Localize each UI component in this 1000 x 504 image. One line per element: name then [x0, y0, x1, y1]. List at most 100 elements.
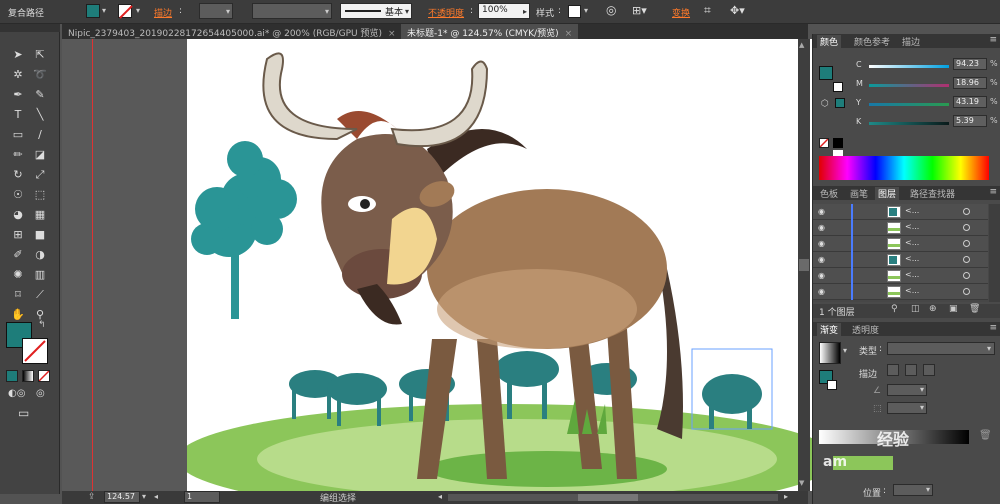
export-icon[interactable]: ⇪	[88, 492, 96, 502]
locate-object-icon[interactable]: ⚲	[891, 304, 898, 314]
visibility-eye-icon[interactable]: ◉	[818, 271, 830, 280]
rotate-icon[interactable]: ↻	[8, 166, 28, 184]
draw-inside-icon[interactable]: ◎	[36, 388, 45, 399]
toolbar-grip[interactable]	[0, 24, 60, 32]
selection-tool-icon[interactable]: ➤	[8, 46, 28, 64]
target-circle[interactable]	[963, 208, 970, 215]
perspective-grid-icon[interactable]: ▦	[30, 206, 50, 224]
scroll-thumb[interactable]	[799, 259, 809, 271]
zoom-dropdown-arrow[interactable]: ▾	[142, 492, 146, 501]
cyan-slider[interactable]	[869, 65, 949, 68]
target-circle[interactable]	[963, 224, 970, 231]
more-options-icon[interactable]: ✥▾	[730, 4, 745, 17]
free-transform-icon[interactable]: ⬚	[30, 186, 50, 204]
panel-menu-icon[interactable]: ≡	[989, 323, 997, 333]
isolate-icon[interactable]: ⌗	[704, 3, 711, 18]
new-layer-icon[interactable]: ▣	[949, 304, 958, 314]
gradient-mode-icon[interactable]	[22, 370, 34, 382]
fill-dropdown-arrow[interactable]: ▾	[102, 6, 106, 15]
warp-icon[interactable]: ☉	[8, 186, 28, 204]
gradient-tool-icon[interactable]: ■	[30, 226, 50, 244]
stroke-along-button[interactable]	[905, 364, 917, 376]
angle-field[interactable]: ▾	[887, 384, 927, 396]
hscroll-thumb[interactable]	[578, 494, 638, 501]
artboard[interactable]	[177, 39, 837, 504]
gradient-type-dropdown[interactable]: ▾	[887, 342, 995, 355]
gradient-stroke-swatch[interactable]	[827, 380, 837, 390]
gradient-preview-arrow[interactable]: ▾	[843, 346, 847, 355]
tab-brushes[interactable]: 画笔	[847, 187, 871, 200]
panel-menu-icon[interactable]: ≡	[989, 187, 997, 197]
new-sublayer-icon[interactable]: ⊕	[929, 304, 937, 314]
pen-tool-icon[interactable]: ✒	[8, 86, 28, 104]
yellow-value-field[interactable]: 43.19	[953, 96, 987, 108]
tab-untitled-document[interactable]: 未标题-1* @ 124.57% (CMYK/预览) ×	[401, 24, 579, 39]
tab-swatches[interactable]: 色板	[817, 187, 841, 200]
curvature-icon[interactable]: ✎	[30, 86, 50, 104]
recolor-icon[interactable]: ◎	[606, 3, 616, 17]
visibility-eye-icon[interactable]: ◉	[818, 287, 830, 296]
gradient-preview[interactable]	[819, 342, 841, 364]
scroll-down-icon[interactable]: ▼	[799, 479, 804, 487]
style-dropdown-arrow[interactable]: ▾	[584, 6, 588, 15]
layer-row[interactable]: ◉ <...	[813, 204, 988, 220]
color-spectrum[interactable]	[819, 156, 989, 180]
visibility-eye-icon[interactable]: ◉	[818, 223, 830, 232]
magic-wand-icon[interactable]: ✲	[8, 66, 28, 84]
layer-name[interactable]: <...	[905, 286, 919, 295]
layer-name[interactable]: <...	[905, 254, 919, 263]
black-value-field[interactable]: 5.39	[953, 115, 987, 127]
visibility-eye-icon[interactable]: ◉	[818, 255, 830, 264]
stroke-weight-field[interactable]: ▾	[199, 3, 233, 19]
target-circle[interactable]	[963, 288, 970, 295]
tab-color[interactable]: 颜色	[817, 35, 842, 48]
target-circle[interactable]	[963, 256, 970, 263]
shape-builder-icon[interactable]: ◕	[8, 206, 28, 224]
target-circle[interactable]	[963, 272, 970, 279]
align-icon[interactable]: ⊞▾	[632, 4, 647, 17]
vertical-scrollbar[interactable]: ▲ ▼	[798, 39, 810, 491]
lasso-icon[interactable]: ➰	[30, 66, 50, 84]
color-mode-icon[interactable]	[6, 370, 18, 382]
close-icon[interactable]: ×	[565, 29, 573, 39]
aspect-ratio-field[interactable]: ▾	[887, 402, 927, 414]
tab-stroke[interactable]: 描边	[899, 35, 923, 48]
position-field[interactable]: ▾	[893, 484, 933, 496]
stroke-swatch[interactable]	[118, 4, 133, 19]
delete-layer-icon[interactable]: 🗑	[969, 304, 980, 314]
fill-swatch[interactable]	[86, 4, 100, 18]
horizontal-scrollbar[interactable]	[448, 494, 778, 501]
visibility-eye-icon[interactable]: ◉	[818, 239, 830, 248]
blend-tool-icon[interactable]: ◑	[30, 246, 50, 264]
symbol-sprayer-icon[interactable]: ✺	[8, 266, 28, 284]
scale-icon[interactable]: ⤢	[30, 166, 50, 184]
stroke-color-box[interactable]	[22, 338, 48, 364]
artboard-field[interactable]: 1	[184, 491, 220, 503]
panel-menu-icon[interactable]: ≡	[989, 35, 997, 45]
screen-mode-icon[interactable]: ▭	[18, 406, 29, 420]
magenta-slider[interactable]	[869, 84, 949, 87]
layer-name[interactable]: <...	[905, 238, 919, 247]
layer-row[interactable]: ◉ <...	[813, 268, 988, 284]
zoom-field[interactable]: 124.57	[104, 491, 140, 503]
swap-colors-icon[interactable]: ↰	[38, 320, 46, 330]
magenta-value-field[interactable]: 18.96	[953, 77, 987, 89]
scroll-left-icon[interactable]: ◂	[438, 492, 442, 501]
layer-row[interactable]: ◉ <...	[813, 252, 988, 268]
delete-stop-icon[interactable]: 🗑	[979, 430, 992, 441]
yellow-slider[interactable]	[869, 103, 949, 106]
cyan-value-field[interactable]: 94.23	[953, 58, 987, 70]
layers-scrollbar[interactable]	[989, 204, 1000, 302]
layer-name[interactable]: <...	[905, 222, 919, 231]
tab-pathfinder[interactable]: 路径查找器	[907, 187, 958, 200]
black-color-chip[interactable]	[833, 138, 843, 148]
graph-tool-icon[interactable]: ▥	[30, 266, 50, 284]
scroll-up-icon[interactable]: ▲	[799, 41, 804, 49]
layer-name[interactable]: <...	[905, 206, 919, 215]
artboard-tool-icon[interactable]: ⌑	[8, 286, 28, 304]
brush-definition[interactable]: 基本 ▾	[340, 3, 412, 19]
graphic-style-swatch[interactable]	[568, 5, 581, 18]
pencil-icon[interactable]: ✏	[8, 146, 28, 164]
eyedropper-icon[interactable]: ✐	[8, 246, 28, 264]
black-slider[interactable]	[869, 122, 949, 125]
